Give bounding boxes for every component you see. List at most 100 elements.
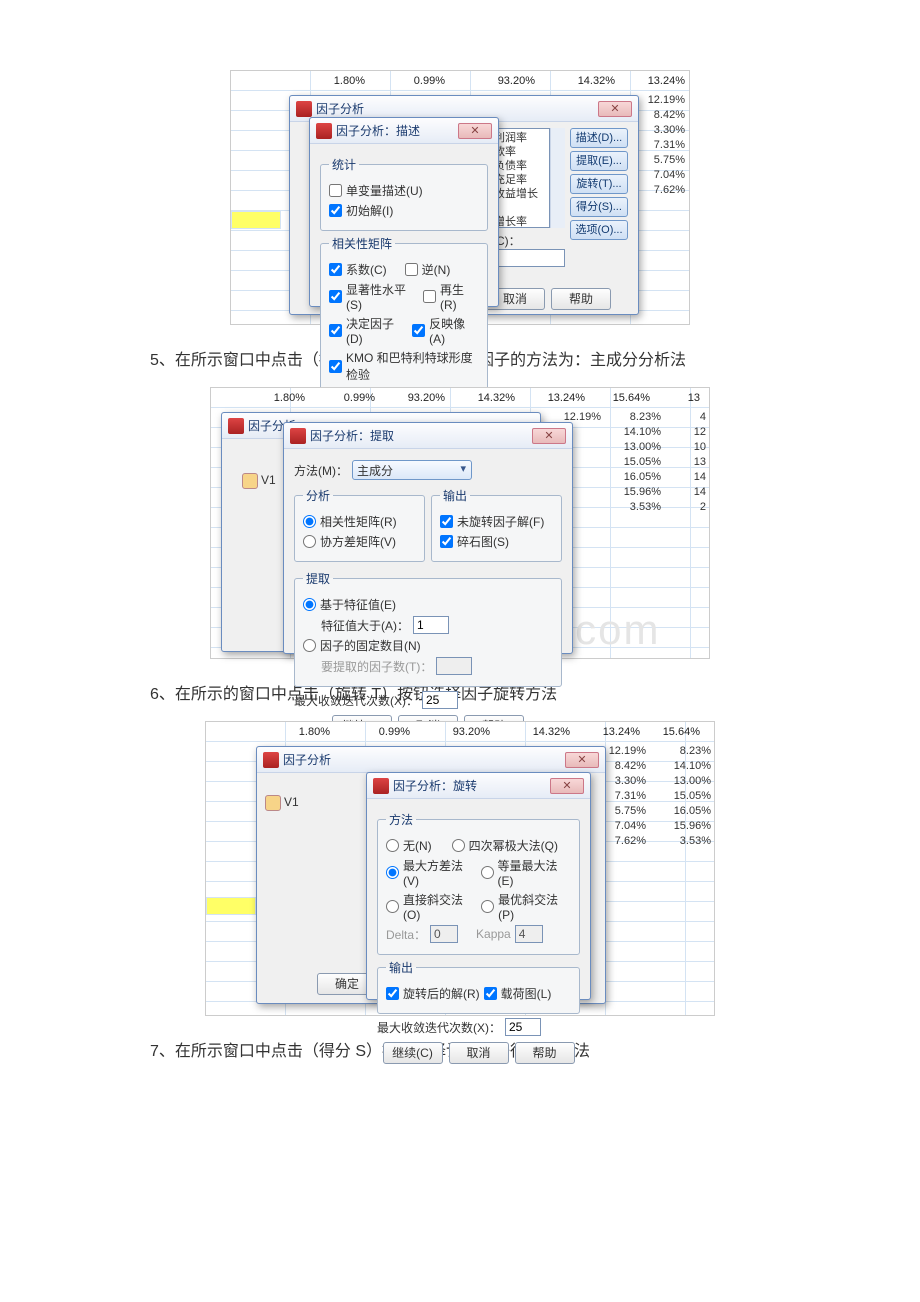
app-icon — [263, 752, 279, 768]
factor-analysis-title: 因子分析 — [316, 100, 598, 117]
app-icon — [228, 418, 244, 434]
maxiter-row: 最大收敛迭代次数(X)： — [377, 1018, 580, 1036]
rotated-solution-checkbox[interactable] — [386, 987, 399, 1000]
help-button[interactable]: 帮助 — [515, 1042, 575, 1064]
scree-checkbox[interactable] — [440, 535, 453, 548]
method-legend: 方法 — [386, 811, 416, 828]
highlighted-cell — [206, 897, 256, 915]
cancel-button[interactable]: 取消 — [449, 1042, 509, 1064]
initial-solution-checkbox[interactable] — [329, 204, 342, 217]
coefficients-label: 系数(C) — [346, 261, 387, 278]
equamax-label: 等量最大法(E) — [498, 857, 572, 888]
determinant-label: 决定因子(D) — [346, 315, 408, 346]
equamax-radio[interactable] — [481, 866, 494, 879]
highlighted-cell — [231, 211, 281, 229]
none-radio[interactable] — [386, 839, 399, 852]
maxiter-label: 最大收敛迭代次数(X)： — [294, 692, 418, 709]
rotated-solution-label: 旋转后的解(R) — [403, 985, 480, 1002]
screenshot-1: 1.80% 0.99% 93.20% 14.32% 13.24% 12.19% … — [230, 70, 690, 325]
output-legend: 输出 — [386, 959, 416, 976]
statistics-legend: 统计 — [329, 156, 359, 173]
antiimage-label: 反映像(A) — [429, 315, 479, 346]
correlation-group: 相关性矩阵 系数(C) 逆(N) 显著性水平(S) 再生(R) 决定因子(D) … — [320, 235, 488, 395]
var-chip[interactable]: V1 — [242, 473, 276, 489]
describe-dialog-title: 因子分析：描述 — [336, 122, 458, 139]
scree-label: 碎石图(S) — [457, 533, 509, 550]
output-legend: 输出 — [440, 487, 470, 504]
factor-analysis-title: 因子分析 — [283, 751, 565, 768]
method-label: 方法(M)： — [294, 462, 348, 479]
maxiter-row: 最大收敛迭代次数(X)： — [294, 691, 562, 709]
cov-matrix-radio[interactable] — [303, 535, 316, 548]
describe-button[interactable]: 描述(D)... — [570, 128, 628, 148]
reproduced-label: 再生(R) — [440, 281, 479, 312]
scores-button[interactable]: 得分(S)... — [570, 197, 628, 217]
oblimin-radio[interactable] — [386, 900, 399, 913]
close-icon[interactable]: ✕ — [550, 778, 584, 794]
correlation-legend: 相关性矩阵 — [329, 235, 395, 252]
determinant-checkbox[interactable] — [329, 324, 342, 337]
kmo-checkbox[interactable] — [329, 360, 342, 373]
method-combo[interactable]: 主成分 — [352, 460, 472, 480]
data-header-row: 1.80% 0.99% 93.20% 14.32% 13.24% 15.64% … — [241, 392, 706, 404]
continue-button[interactable]: 继续(C) — [383, 1042, 443, 1064]
app-icon — [290, 428, 306, 444]
close-icon[interactable]: ✕ — [598, 101, 632, 117]
unrotated-checkbox[interactable] — [440, 515, 453, 528]
output-group: 输出 旋转后的解(R) 载荷图(L) — [377, 959, 580, 1014]
rotation-button-row: 继续(C) 取消 帮助 — [377, 1042, 580, 1064]
rotate-button[interactable]: 旋转(T)... — [570, 174, 628, 194]
coefficients-checkbox[interactable] — [329, 263, 342, 276]
univariate-label: 单变量描述(U) — [346, 182, 423, 199]
reproduced-checkbox[interactable] — [423, 290, 436, 303]
list-scrollbar[interactable] — [550, 128, 565, 228]
none-label: 无(N) — [403, 837, 432, 854]
quartimax-radio[interactable] — [452, 839, 465, 852]
var-chip[interactable]: V1 — [265, 795, 299, 811]
extract-legend: 提取 — [303, 570, 333, 587]
promax-label: 最优斜交法(P) — [498, 891, 571, 922]
promax-radio[interactable] — [481, 900, 494, 913]
data-header-row: 1.80% 0.99% 93.20% 14.32% 13.24% — [291, 75, 691, 87]
close-icon[interactable]: ✕ — [532, 428, 566, 444]
fixed-radio[interactable] — [303, 639, 316, 652]
extract-button[interactable]: 提取(E)... — [570, 151, 628, 171]
maxiter-input[interactable] — [505, 1018, 541, 1036]
loading-plot-checkbox[interactable] — [484, 987, 497, 1000]
maxiter-input[interactable] — [422, 691, 458, 709]
side-buttons: 描述(D)... 提取(E)... 旋转(T)... 得分(S)... 选项(O… — [570, 128, 628, 240]
antiimage-checkbox[interactable] — [412, 324, 425, 337]
main-button-row: 取消 帮助 — [485, 288, 611, 310]
method-group: 方法 无(N) 四次幂极大法(Q) 最大方差法(V) 等量最大法(E) 直接斜交… — [377, 811, 580, 955]
delta-input — [430, 925, 458, 943]
varimax-radio[interactable] — [386, 866, 399, 879]
options-button[interactable]: 选项(O)... — [570, 220, 628, 240]
kappa-label: Kappa — [476, 927, 511, 941]
delta-label: Delta： — [386, 926, 426, 943]
sig-checkbox[interactable] — [329, 290, 342, 303]
app-icon — [373, 778, 389, 794]
corr-matrix-radio[interactable] — [303, 515, 316, 528]
eigen-label: 基于特征值(E) — [320, 596, 396, 613]
inverse-label: 逆(N) — [422, 261, 451, 278]
sig-label: 显著性水平(S) — [346, 281, 419, 312]
eigen-radio[interactable] — [303, 598, 316, 611]
univariate-checkbox[interactable] — [329, 184, 342, 197]
right-data: 12.19%8.23% 8.42%14.10% 3.30%13.00% 7.31… — [591, 744, 711, 849]
close-icon[interactable]: ✕ — [458, 123, 492, 139]
extract-group: 提取 基于特征值(E) 特征值大于(A)： 因子的固定数目(N) 要提取的因子数… — [294, 570, 562, 687]
varimax-label: 最大方差法(V) — [403, 857, 477, 888]
analysis-legend: 分析 — [303, 487, 333, 504]
close-icon[interactable]: ✕ — [565, 752, 599, 768]
unrotated-label: 未旋转因子解(F) — [457, 513, 544, 530]
inverse-checkbox[interactable] — [405, 263, 418, 276]
app-icon — [296, 101, 312, 117]
extraction-dialog-title: 因子分析：提取 — [310, 427, 532, 444]
corr-matrix-label: 相关性矩阵(R) — [320, 513, 397, 530]
app-icon — [316, 123, 332, 139]
main-help-button[interactable]: 帮助 — [551, 288, 611, 310]
screenshot-2: www.bdocx.com 1.80% 0.99% 93.20% 14.32% … — [210, 387, 710, 659]
eigen-value-input[interactable] — [413, 616, 449, 634]
oblimin-label: 直接斜交法(O) — [403, 891, 477, 922]
rotation-dialog: 因子分析：旋转 ✕ 方法 无(N) 四次幂极大法(Q) 最大方差法(V) 等量最… — [366, 772, 591, 1000]
